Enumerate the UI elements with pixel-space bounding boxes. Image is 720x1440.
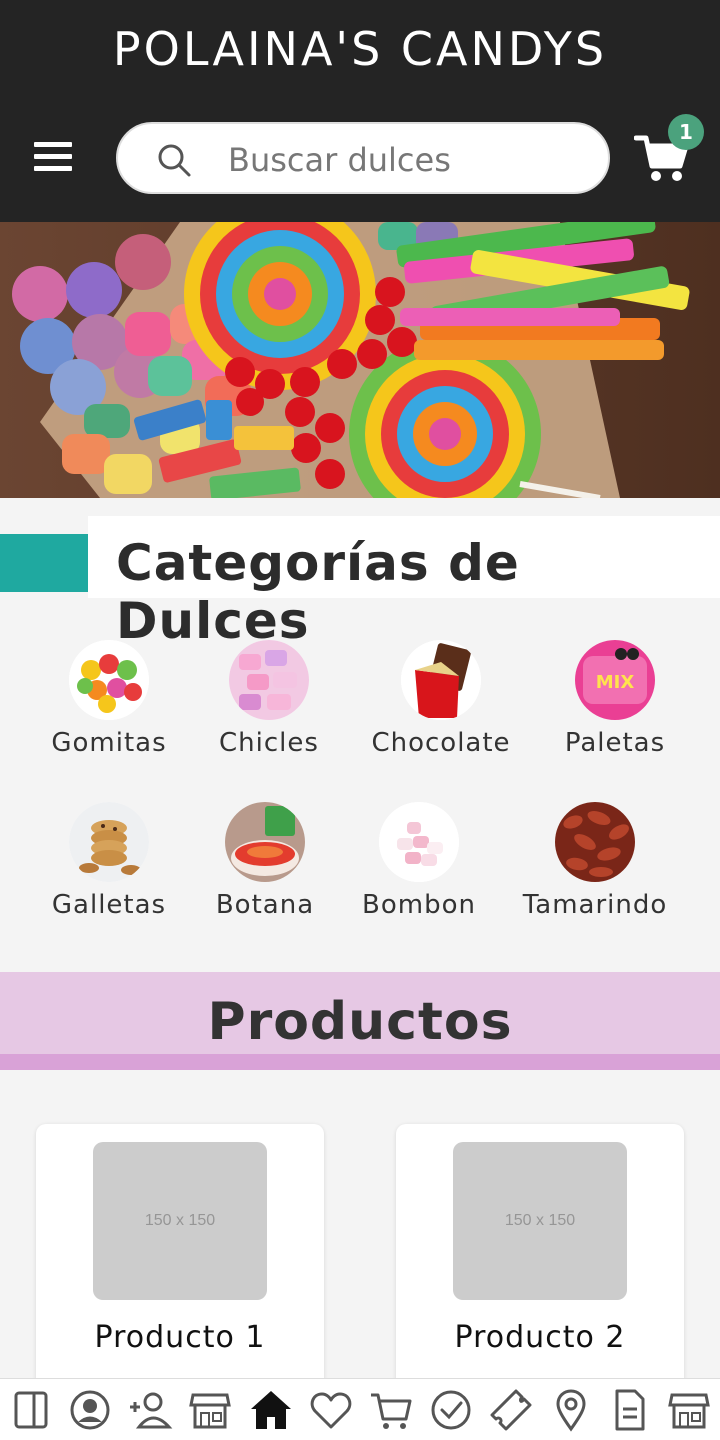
cart-count-badge: 1 <box>668 114 704 150</box>
search-icon <box>158 144 191 177</box>
paletas-image: MIX <box>575 640 655 720</box>
category-label: Tamarindo <box>522 890 668 920</box>
category-label: Bombon <box>362 890 476 920</box>
products-accent-bar <box>0 1054 720 1070</box>
category-chicles[interactable]: Chicles <box>184 640 354 758</box>
products-title: Productos <box>207 992 513 1052</box>
category-bombon[interactable]: Bombon <box>334 802 504 920</box>
account-icon[interactable] <box>67 1387 113 1433</box>
heart-icon[interactable] <box>308 1387 354 1433</box>
app-header: POLAINA'S CANDYS 1 <box>0 0 720 222</box>
bottom-navigation <box>0 1378 720 1440</box>
ticket-icon[interactable] <box>488 1387 534 1433</box>
sidebar-icon[interactable] <box>8 1387 54 1433</box>
product-image-placeholder: 150 x 150 <box>453 1142 627 1300</box>
product-name: Producto 2 <box>454 1320 626 1355</box>
hero-banner <box>0 222 720 498</box>
brand-title: POLAINA'S CANDYS <box>112 22 608 76</box>
cart-icon[interactable] <box>368 1387 414 1433</box>
category-label: Gomitas <box>51 728 167 758</box>
category-label: Galletas <box>51 890 167 920</box>
botana-image <box>225 802 305 882</box>
shop-icon[interactable] <box>666 1387 712 1433</box>
home-icon[interactable] <box>248 1387 294 1433</box>
product-card[interactable]: 150 x 150 Producto 1 <box>36 1124 324 1394</box>
product-name: Producto 1 <box>94 1320 266 1355</box>
location-icon[interactable] <box>548 1387 594 1433</box>
product-card[interactable]: 150 x 150 Producto 2 <box>396 1124 684 1394</box>
tamarindo-image <box>555 802 635 882</box>
category-chocolate[interactable]: Chocolate <box>356 640 526 758</box>
category-label: Paletas <box>564 728 666 758</box>
add-user-icon[interactable] <box>127 1387 173 1433</box>
category-botana[interactable]: Botana <box>180 802 350 920</box>
category-label: Botana <box>215 890 315 920</box>
store-icon[interactable] <box>187 1387 233 1433</box>
category-label: Chocolate <box>371 728 511 758</box>
gomitas-image <box>69 640 149 720</box>
bombon-image <box>379 802 459 882</box>
menu-icon[interactable] <box>34 142 72 174</box>
chocolate-image <box>401 640 481 720</box>
category-paletas[interactable]: MIX Paletas <box>530 640 700 758</box>
category-galletas[interactable]: Galletas <box>24 802 194 920</box>
category-gomitas[interactable]: Gomitas <box>24 640 194 758</box>
product-image-placeholder: 150 x 150 <box>93 1142 267 1300</box>
categories-title: Categorías de Dulces <box>116 534 520 650</box>
categories-accent-bar <box>0 534 88 592</box>
document-icon[interactable] <box>607 1387 653 1433</box>
galletas-image <box>69 802 149 882</box>
products-header: Productos <box>0 972 720 1070</box>
categories-header: Categorías de Dulces <box>0 498 720 650</box>
chicles-image <box>229 640 309 720</box>
svg-text:MIX: MIX <box>596 672 635 693</box>
search-input[interactable] <box>228 136 588 184</box>
check-icon[interactable] <box>428 1387 474 1433</box>
category-tamarindo[interactable]: Tamarindo <box>510 802 680 920</box>
category-label: Chicles <box>219 728 319 758</box>
search-bar[interactable] <box>116 122 610 194</box>
